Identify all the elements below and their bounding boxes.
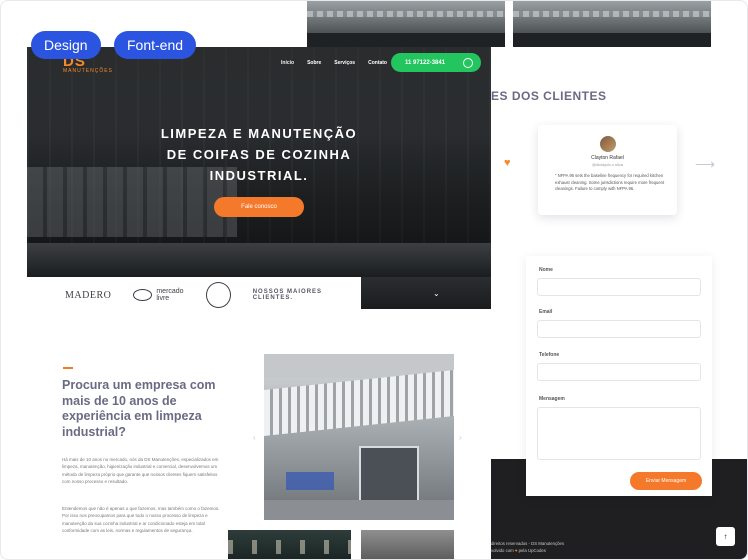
hero-lower-strip [361, 277, 491, 309]
about-paragraph: Há mais de 10 anos no mercado, nós da DS… [62, 457, 219, 484]
hero-title-line: INDUSTRIAL. [209, 168, 309, 183]
message-label: Mensagem [539, 396, 565, 402]
main-nav: Início Sobre Serviços Contato [281, 60, 387, 66]
kitchen-oven [359, 446, 419, 506]
kitchen-hood [264, 370, 454, 436]
testimonial-body: NFPA 96 sets the baseline frequency for … [555, 173, 665, 191]
testimonials-title: ES DOS CLIENTES [491, 89, 607, 103]
mercado-word: mercado [156, 288, 184, 295]
contact-form: Nome Email Telefone Mensagem Enviar Mens… [526, 256, 712, 496]
chevron-down-icon[interactable]: ⌄ [433, 289, 440, 298]
footer-credit: volvido com ♥ pela UpCodes [491, 547, 564, 554]
hero-title: LIMPEZA E MANUTENÇÃO DE COIFAS DE COZINH… [27, 123, 491, 186]
arrow-right-icon[interactable]: ⟶ [695, 156, 715, 173]
nav-item-servicos[interactable]: Serviços [334, 60, 355, 66]
mercado-livre-text: mercado livre [156, 288, 183, 302]
footer-text: direitos reservados - DS Manutenções vol… [491, 540, 564, 554]
client-logo-madero: MADERO [65, 289, 112, 301]
email-label: Email [539, 309, 553, 315]
heart-icon: ♥ [504, 157, 511, 169]
heart-icon: ♥ [514, 548, 518, 553]
about-paragraph: Entendemos que não é apenas o que fazemo… [62, 506, 220, 533]
gallery-thumbnail[interactable] [361, 530, 454, 559]
frontend-tag: Font-end [114, 31, 197, 59]
kitchen-photo [513, 1, 711, 47]
name-label: Nome [539, 267, 553, 273]
phone-number: 11 97122-3841 [405, 59, 446, 66]
contact-cta-button[interactable]: Fale conosco [214, 197, 304, 217]
phone-field[interactable] [537, 363, 701, 381]
kitchen-image [264, 354, 454, 520]
email-field[interactable] [537, 320, 701, 338]
hero-title-line: DE COIFAS DE COZINHA [166, 147, 352, 162]
testimonial-text: “ NFPA 96 sets the baseline frequency fo… [555, 173, 665, 193]
testimonial-card: Clayton Rafael @diclaydo.c.silva “ NFPA … [538, 125, 677, 215]
canvas: Design Font-end DS MANUTENÇÕES Início So… [0, 0, 748, 560]
whatsapp-icon [463, 57, 473, 68]
about-accent-line [63, 367, 73, 369]
nav-item-sobre[interactable]: Sobre [307, 60, 321, 66]
kitchen-photo-strip [307, 1, 711, 47]
client-logo-badge [205, 282, 231, 308]
scroll-top-button[interactable]: ↑ [716, 527, 735, 546]
arrow-up-icon: ↑ [723, 532, 728, 541]
footer-copyright: direitos reservados - DS Manutenções [491, 541, 565, 546]
hero-counter [27, 243, 491, 277]
footer-credit-end: pela UpCodes [518, 548, 546, 553]
nav-item-contato[interactable]: Contato [368, 60, 387, 66]
nav-item-inicio[interactable]: Início [281, 60, 294, 66]
chevron-left-icon[interactable]: ‹ [253, 433, 256, 442]
gallery-thumbnail[interactable] [228, 530, 351, 559]
livre-word: livre [156, 295, 170, 302]
handshake-icon [133, 289, 153, 301]
clients-label: NOSSOS MAIORES CLIENTES. [252, 289, 323, 301]
hero-section: DS MANUTENÇÕES Início Sobre Serviços Con… [27, 47, 491, 277]
testimonial-role: @diclaydo.c.silva [592, 162, 623, 167]
message-field[interactable] [537, 407, 701, 460]
client-logo-mercado-livre: mercado livre [133, 288, 184, 302]
send-message-button[interactable]: Enviar Mensagem [630, 472, 702, 490]
footer-credit-start: volvido com [491, 548, 514, 553]
name-field[interactable] [537, 278, 701, 296]
phone-label: Telefone [539, 352, 560, 358]
chevron-right-icon[interactable]: › [459, 433, 462, 442]
testimonial-name: Clayton Rafael [591, 155, 624, 161]
clients-bar: MADERO mercado livre NOSSOS MAIORES CLIE… [27, 277, 361, 313]
about-title: Procura um empresa com mais de 10 anos d… [62, 378, 216, 439]
kitchen-floor [264, 500, 454, 520]
hero-title-line: LIMPEZA E MANUTENÇÃO [160, 126, 358, 141]
avatar [600, 136, 616, 152]
whatsapp-phone-button[interactable]: 11 97122-3841 [391, 53, 481, 72]
kitchen-equipment [286, 472, 334, 490]
design-tag: Design [31, 31, 101, 59]
logo-subtitle: MANUTENÇÕES [63, 68, 113, 74]
kitchen-photo [307, 1, 505, 47]
